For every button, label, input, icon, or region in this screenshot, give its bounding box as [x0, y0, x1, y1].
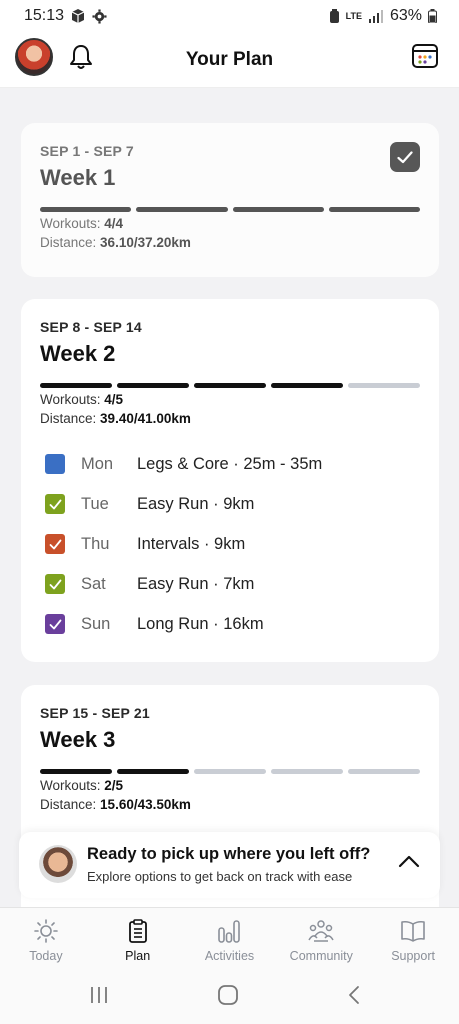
week-progress-bar: [40, 383, 420, 388]
distance-stat: Distance: 15.60/43.50km: [40, 797, 191, 812]
alarm-icon: [329, 8, 339, 23]
nav-support[interactable]: Support: [367, 908, 459, 969]
week-date-range: SEP 1 - SEP 7: [40, 143, 134, 159]
network-type: LTE: [345, 10, 362, 21]
workout-row[interactable]: Thu Intervals · 9km: [40, 524, 420, 564]
workout-checkbox-checked[interactable]: [45, 614, 65, 634]
progress-segment: [271, 769, 343, 774]
page-title: Your Plan: [185, 48, 274, 70]
nav-plan[interactable]: Plan: [92, 908, 184, 969]
workout-day: Tue: [81, 494, 109, 513]
workout-checkbox[interactable]: [45, 454, 65, 474]
progress-segment: [40, 383, 112, 388]
check-icon: [49, 539, 61, 549]
progress-segment: [348, 769, 420, 774]
week-date-range: SEP 8 - SEP 14: [40, 319, 142, 335]
progress-segment: [232, 207, 324, 212]
coach-avatar: [39, 845, 77, 883]
check-icon: [49, 499, 61, 509]
profile-avatar[interactable]: [15, 38, 53, 76]
battery-percent: 63%: [389, 7, 422, 24]
progress-segment: [40, 207, 132, 212]
nav-label: Plan: [125, 949, 151, 963]
calendar-icon[interactable]: [411, 42, 439, 70]
app-header: Your Plan: [0, 32, 459, 88]
sun-icon: [34, 919, 58, 943]
resume-banner-subtitle: Explore options to get back on track wit…: [87, 869, 353, 884]
week-title: Week 1: [40, 165, 116, 190]
week-title: Week 2: [40, 341, 116, 366]
check-icon: [49, 579, 61, 589]
workout-name: Easy Run · 9km: [137, 494, 255, 513]
workout-row[interactable]: Sun Long Run · 16km: [40, 604, 420, 644]
bars-icon: [218, 920, 241, 943]
workout-day: Sat: [81, 574, 106, 593]
recent-apps-icon[interactable]: [89, 985, 109, 1005]
workout-name: Legs & Core · 25m - 35m: [137, 454, 323, 473]
progress-segment: [136, 207, 228, 212]
workouts-stat: Workouts: 2/5: [40, 778, 124, 793]
package-icon: [71, 9, 85, 23]
progress-segment: [348, 383, 420, 388]
workouts-stat: Workouts: 4/4: [40, 216, 124, 231]
system-nav-bar: [0, 969, 459, 1024]
week-card-1[interactable]: SEP 1 - SEP 7 Week 1 Workouts: 4/4 Dista…: [21, 123, 439, 277]
workout-name: Easy Run · 7km: [137, 574, 255, 593]
nav-label: Community: [289, 949, 353, 963]
workout-name: Long Run · 16km: [137, 614, 264, 633]
home-icon[interactable]: [217, 985, 239, 1005]
status-bar: 15:13 LTE 63%: [0, 0, 459, 32]
week-complete-check-icon: [390, 142, 420, 172]
nav-today[interactable]: Today: [0, 908, 92, 969]
week-card-2[interactable]: SEP 8 - SEP 14 Week 2 Workouts: 4/5 Dist…: [21, 299, 439, 662]
workout-row[interactable]: Mon Legs & Core · 25m - 35m: [40, 444, 420, 484]
progress-segment: [194, 769, 266, 774]
bottom-nav: Today Plan Activities Community Support: [0, 907, 459, 969]
week-progress-bar: [40, 207, 420, 212]
workouts-stat: Workouts: 4/5: [40, 392, 124, 407]
distance-stat: Distance: 36.10/37.20km: [40, 235, 191, 250]
resume-banner-title: Ready to pick up where you left off?: [87, 845, 371, 863]
nav-community[interactable]: Community: [275, 908, 367, 969]
book-icon: [401, 920, 425, 942]
workout-checkbox-checked[interactable]: [45, 494, 65, 514]
workout-row[interactable]: Sat Easy Run · 7km: [40, 564, 420, 604]
plan-scroll-area[interactable]: SEP 1 - SEP 7 Week 1 Workouts: 4/4 Dista…: [0, 89, 459, 907]
chevron-up-icon[interactable]: [398, 854, 420, 868]
nav-label: Today: [29, 949, 63, 963]
distance-stat: Distance: 39.40/41.00km: [40, 411, 191, 426]
workout-checkbox-checked[interactable]: [45, 574, 65, 594]
week-title: Week 3: [40, 727, 116, 752]
back-icon[interactable]: [347, 985, 361, 1005]
check-icon: [49, 619, 61, 629]
workout-checkbox-checked[interactable]: [45, 534, 65, 554]
workout-day: Mon: [81, 454, 114, 473]
status-time: 15:13: [24, 7, 65, 24]
week-progress-bar: [40, 769, 420, 774]
workout-day: Sun: [81, 614, 111, 633]
nav-label: Support: [391, 949, 435, 963]
clipboard-icon: [128, 919, 147, 943]
workout-list: Mon Legs & Core · 25m - 35m Tue Easy Run · …: [40, 444, 420, 644]
signal-icon: [368, 9, 383, 23]
bell-icon[interactable]: [68, 43, 94, 71]
settings-gear-icon: [92, 8, 107, 24]
workout-name: Intervals · 9km: [137, 534, 246, 553]
nav-label: Activities: [204, 949, 255, 963]
progress-segment: [40, 769, 112, 774]
progress-segment: [117, 769, 189, 774]
progress-segment: [328, 207, 420, 212]
progress-segment: [271, 383, 343, 388]
people-icon: [308, 920, 334, 942]
resume-plan-banner[interactable]: Ready to pick up where you left off? Exp…: [19, 832, 440, 898]
workout-row[interactable]: Tue Easy Run · 9km: [40, 484, 420, 524]
week-date-range: SEP 15 - SEP 21: [40, 705, 150, 721]
battery-icon: [428, 9, 437, 23]
nav-activities[interactable]: Activities: [184, 908, 276, 969]
progress-segment: [117, 383, 189, 388]
workout-day: Thu: [81, 534, 110, 553]
progress-segment: [194, 383, 266, 388]
